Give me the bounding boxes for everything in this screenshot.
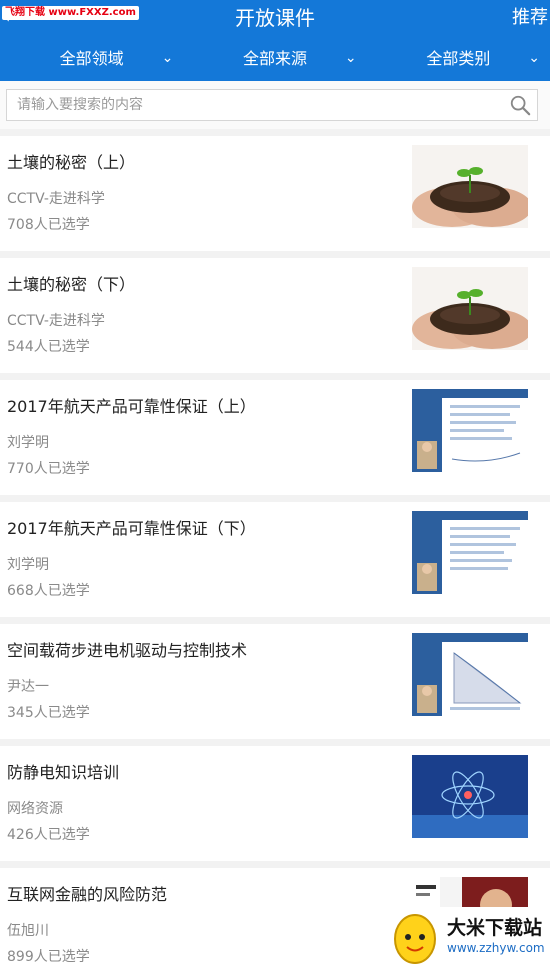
search-area	[0, 81, 550, 129]
course-learner-count: 345人已选学	[7, 705, 90, 721]
course-source: CCTV-走进科学	[7, 191, 105, 207]
filter-domain-label: 全部领域	[59, 49, 124, 68]
course-list: 土壤的秘密（上） CCTV-走进科学 708人已选学 土壤的秘密（下） CCTV…	[0, 129, 550, 967]
list-item[interactable]: 2017年航天产品可靠性保证（上） 刘学明 770人已选学	[0, 380, 550, 495]
filter-category[interactable]: 全部类别 ⌄	[367, 36, 550, 81]
top-bar: ‹ 飞翔下载 www.FXXZ.com 开放课件 推荐	[0, 0, 550, 36]
list-item[interactable]: 空间载荷步进电机驱动与控制技术 尹达一 345人已选学	[0, 624, 550, 739]
course-source: 刘学明	[7, 435, 49, 451]
badge-title: 大米下载站	[447, 917, 543, 939]
list-item[interactable]: 土壤的秘密（上） CCTV-走进科学 708人已选学	[0, 136, 550, 251]
course-learner-count: 708人已选学	[7, 217, 90, 233]
course-learner-count: 899人已选学	[7, 949, 90, 965]
course-source: CCTV-走进科学	[7, 313, 105, 329]
chevron-down-icon: ⌄	[344, 50, 357, 66]
course-title: 土壤的秘密（下）	[7, 275, 136, 294]
list-item[interactable]: 土壤的秘密（下） CCTV-走进科学 544人已选学	[0, 258, 550, 373]
atom-thumbnail	[412, 755, 528, 838]
soil-hands-thumbnail	[412, 267, 528, 350]
course-source: 尹达一	[7, 679, 49, 695]
recommend-button[interactable]: 推荐	[512, 5, 548, 31]
search-icon[interactable]	[509, 94, 531, 116]
lecture-slide-thumbnail	[412, 389, 528, 472]
course-title: 互联网金融的风险防范	[7, 885, 168, 904]
filter-domain[interactable]: 全部领域 ⌄	[0, 36, 183, 81]
course-source: 伍旭川	[7, 923, 49, 939]
course-title: 防静电知识培训	[7, 763, 120, 782]
chevron-down-icon: ⌄	[528, 50, 540, 66]
badge-url: www.zzhyw.com	[447, 941, 545, 955]
course-source: 刘学明	[7, 557, 49, 573]
filter-category-label: 全部类别	[426, 49, 491, 68]
soil-hands-thumbnail	[412, 145, 528, 228]
lecture-slide-thumbnail	[412, 633, 528, 716]
rice-mascot-icon	[394, 914, 436, 964]
course-source: 网络资源	[7, 801, 63, 817]
course-learner-count: 668人已选学	[7, 583, 90, 599]
course-learner-count: 544人已选学	[7, 339, 90, 355]
course-title: 空间载荷步进电机驱动与控制技术	[7, 641, 248, 660]
site-badge: 大米下载站 www.zzhyw.com	[385, 907, 550, 967]
filter-source-label: 全部来源	[242, 49, 307, 68]
course-title: 2017年航天产品可靠性保证（上）	[7, 397, 256, 416]
course-learner-count: 770人已选学	[7, 461, 90, 477]
search-input[interactable]	[17, 90, 497, 120]
list-item[interactable]: 防静电知识培训 网络资源 426人已选学	[0, 746, 550, 861]
chevron-down-icon: ⌄	[161, 50, 174, 66]
filter-bar: 全部领域 ⌄ 全部来源 ⌄ 全部类别 ⌄	[0, 36, 550, 81]
course-title: 2017年航天产品可靠性保证（下）	[7, 519, 256, 538]
course-title: 土壤的秘密（上）	[7, 153, 136, 172]
course-learner-count: 426人已选学	[7, 827, 90, 843]
lecture-slide-thumbnail	[412, 511, 528, 594]
search-box	[6, 89, 538, 121]
page-title: 开放课件	[235, 6, 315, 30]
filter-source[interactable]: 全部来源 ⌄	[183, 36, 366, 81]
list-item[interactable]: 2017年航天产品可靠性保证（下） 刘学明 668人已选学	[0, 502, 550, 617]
